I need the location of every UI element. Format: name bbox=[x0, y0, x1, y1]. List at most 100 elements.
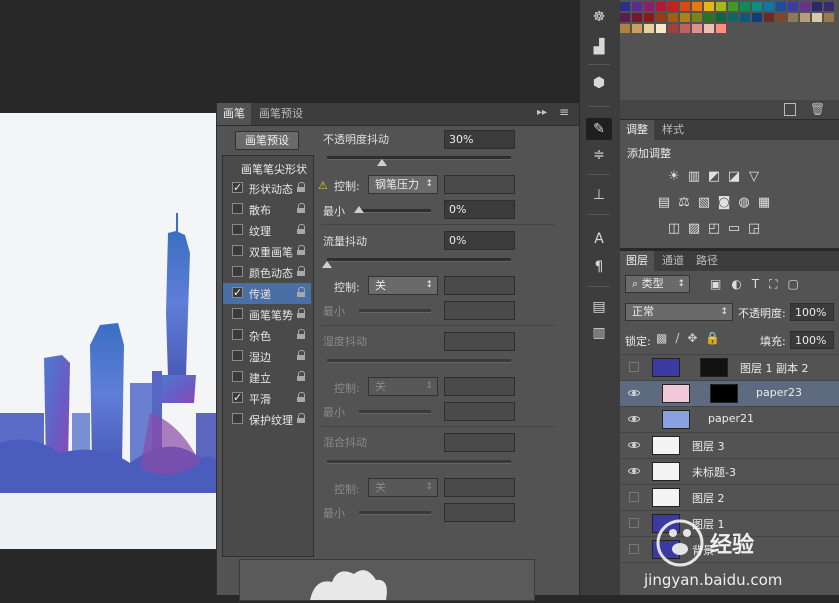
color-swatch[interactable] bbox=[788, 2, 798, 11]
min-thumb-1[interactable] bbox=[354, 206, 364, 213]
character-icon[interactable]: A bbox=[586, 228, 612, 250]
layer-row[interactable]: 未标题-3 bbox=[620, 459, 839, 485]
visibility-eye-icon[interactable] bbox=[629, 362, 639, 372]
tab-channels[interactable]: 通道 bbox=[656, 251, 690, 271]
color-swatch[interactable] bbox=[800, 13, 810, 22]
flow-jitter-thumb[interactable] bbox=[322, 261, 332, 268]
brightness-icon[interactable]: ☀ bbox=[666, 170, 682, 184]
exposure-icon[interactable]: ◪ bbox=[726, 170, 742, 184]
lock-icon[interactable] bbox=[297, 329, 305, 339]
lock-icon[interactable] bbox=[297, 350, 305, 360]
layer-filter-select[interactable]: ⌕ 类型 bbox=[625, 275, 690, 293]
layer-row[interactable]: paper23 bbox=[620, 381, 839, 407]
brush-option-item[interactable]: 湿边 bbox=[223, 346, 311, 367]
brush-presets-button[interactable]: 画笔预设 bbox=[235, 131, 299, 150]
color-swatch[interactable] bbox=[680, 24, 690, 33]
checkbox[interactable] bbox=[232, 224, 243, 235]
color-swatch[interactable] bbox=[788, 13, 798, 22]
color-swatch[interactable] bbox=[716, 2, 726, 11]
visibility-eye-icon[interactable] bbox=[629, 544, 639, 554]
histogram-icon[interactable]: ▟ bbox=[586, 36, 612, 58]
channel-mixer-icon[interactable]: ◍ bbox=[736, 196, 752, 210]
3d-icon[interactable]: ⬢ bbox=[586, 72, 612, 94]
color-swatch[interactable] bbox=[692, 24, 702, 33]
color-swatch[interactable] bbox=[800, 2, 810, 11]
color-swatch[interactable] bbox=[728, 13, 738, 22]
opacity-field[interactable]: 100% bbox=[790, 303, 834, 321]
selective-color-icon[interactable]: ◲ bbox=[746, 222, 762, 236]
levels-icon[interactable]: ▥ bbox=[686, 170, 702, 184]
color-swatch[interactable] bbox=[812, 13, 822, 22]
visibility-eye-icon[interactable] bbox=[628, 388, 640, 398]
color-swatch[interactable] bbox=[704, 2, 714, 11]
color-swatch[interactable] bbox=[764, 2, 774, 11]
photo-filter-icon[interactable]: ◙ bbox=[716, 196, 732, 210]
canvas-document[interactable] bbox=[0, 113, 218, 549]
color-swatch[interactable] bbox=[668, 24, 678, 33]
control-select-1[interactable]: 钢笔压力 bbox=[368, 175, 438, 194]
color-swatch[interactable] bbox=[692, 13, 702, 22]
lock-icon[interactable] bbox=[297, 413, 305, 423]
color-swatch[interactable] bbox=[752, 2, 762, 11]
tab-brush-presets[interactable]: 画笔预设 bbox=[253, 103, 309, 125]
color-swatch[interactable] bbox=[668, 13, 678, 22]
flow-jitter-field[interactable]: 0% bbox=[444, 231, 515, 250]
color-swatch[interactable] bbox=[680, 2, 690, 11]
collapse-icon[interactable]: ▸▸ bbox=[537, 107, 547, 118]
lock-icon[interactable] bbox=[297, 245, 305, 255]
checkbox[interactable] bbox=[232, 308, 243, 319]
color-swatch[interactable] bbox=[704, 13, 714, 22]
color-swatch[interactable] bbox=[620, 13, 630, 22]
tab-paths[interactable]: 路径 bbox=[690, 251, 724, 271]
visibility-eye-icon[interactable] bbox=[629, 492, 639, 502]
hue-icon[interactable]: ▤ bbox=[656, 196, 672, 210]
checkbox[interactable]: ✓ bbox=[232, 182, 243, 193]
opacity-jitter-field[interactable]: 30% bbox=[444, 130, 515, 149]
checkbox[interactable] bbox=[232, 203, 243, 214]
layer-name[interactable]: 未标题-3 bbox=[692, 464, 736, 480]
opacity-jitter-thumb[interactable] bbox=[377, 159, 388, 166]
color-swatch[interactable] bbox=[740, 2, 750, 11]
layer-row[interactable]: paper21 bbox=[620, 407, 839, 433]
layer-name[interactable]: paper23 bbox=[756, 386, 802, 399]
layer-name[interactable]: 图层 2 bbox=[692, 490, 725, 506]
brush-panel-icon[interactable]: ✎ bbox=[586, 118, 612, 140]
color-swatch[interactable] bbox=[824, 13, 834, 22]
layer-row[interactable]: 图层 3 bbox=[620, 433, 839, 459]
blend-mode-select[interactable]: 正常 bbox=[625, 303, 733, 321]
min-field-1[interactable]: 0% bbox=[444, 200, 515, 219]
brush-option-item[interactable]: 双重画笔 bbox=[223, 241, 311, 262]
paragraph-icon[interactable]: ¶ bbox=[586, 256, 612, 278]
color-swatch[interactable] bbox=[656, 13, 666, 22]
fill-field[interactable]: 100% bbox=[790, 331, 834, 349]
color-swatch[interactable] bbox=[668, 2, 678, 11]
balance-icon[interactable]: ⚖ bbox=[676, 196, 692, 210]
delete-swatch-icon[interactable]: 🗑 bbox=[810, 102, 825, 116]
brush-option-item[interactable]: 建立 bbox=[223, 367, 311, 388]
brush-option-item[interactable]: 画笔笔势 bbox=[223, 304, 311, 325]
navigator-icon[interactable]: ☸ bbox=[586, 6, 612, 28]
layer-name[interactable]: 图层 1 副本 2 bbox=[740, 360, 809, 376]
invert-icon[interactable]: ◫ bbox=[666, 222, 682, 236]
brush-option-item[interactable]: 散布 bbox=[223, 199, 311, 220]
lock-icon[interactable] bbox=[297, 308, 305, 318]
color-swatch[interactable] bbox=[644, 2, 654, 11]
lock-icon[interactable] bbox=[297, 392, 305, 402]
color-swatch[interactable] bbox=[776, 13, 786, 22]
color-swatch[interactable] bbox=[776, 2, 786, 11]
info-icon[interactable]: ▥ bbox=[586, 322, 612, 344]
brush-option-item[interactable]: 杂色 bbox=[223, 325, 311, 346]
flow-jitter-slider[interactable] bbox=[327, 258, 511, 262]
tip-shape-item[interactable]: 画笔笔尖形状 bbox=[241, 161, 307, 177]
visibility-eye-icon[interactable] bbox=[629, 518, 639, 528]
brush-option-item[interactable]: ✓ 平滑 bbox=[223, 388, 311, 409]
opacity-jitter-slider[interactable] bbox=[327, 156, 511, 160]
layer-mask-thumbnail[interactable] bbox=[700, 358, 728, 377]
checkbox[interactable] bbox=[232, 329, 243, 340]
brush-settings-icon[interactable]: ≑ bbox=[586, 144, 612, 166]
brush-option-item[interactable]: 纹理 bbox=[223, 220, 311, 241]
tab-adjustments[interactable]: 调整 bbox=[620, 120, 654, 140]
clone-source-icon[interactable]: ⊥ bbox=[586, 184, 612, 206]
layer-row[interactable]: 图层 1 副本 2 bbox=[620, 355, 839, 381]
color-lookup-icon[interactable]: ▦ bbox=[756, 196, 772, 210]
